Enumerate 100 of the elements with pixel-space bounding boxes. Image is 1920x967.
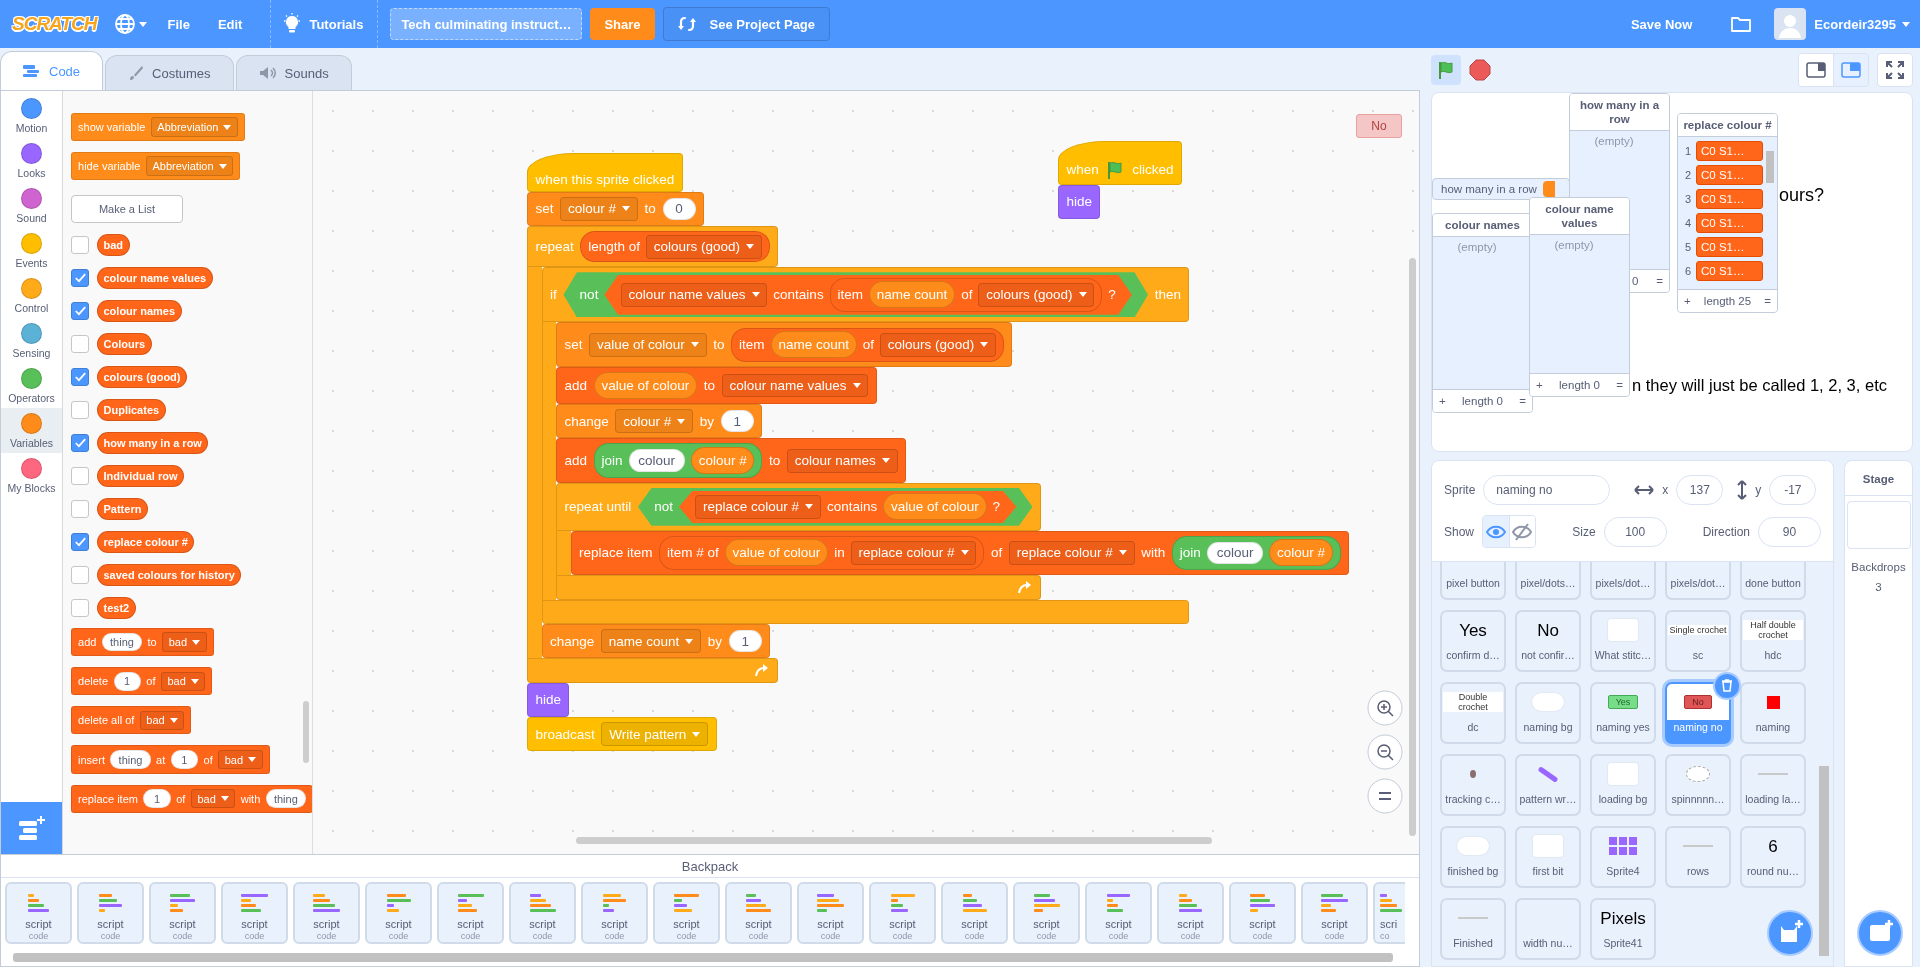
code-block[interactable]: add value of colour to colour name values (556, 366, 877, 404)
scrollbar-thumb[interactable] (1766, 151, 1774, 183)
sprite-tile[interactable]: No not confir… (1515, 610, 1581, 672)
checkbox[interactable] (71, 599, 89, 618)
backpack-item[interactable]: script code (1157, 882, 1224, 944)
sprite-tile[interactable]: pixel/dots… (1515, 562, 1581, 600)
code-block[interactable]: delete 1 of bad (71, 667, 213, 696)
stage-thumbnail[interactable] (1846, 501, 1911, 549)
boolean-block[interactable]: not colour name values contains item name count of colours (good) ? (563, 272, 1149, 318)
sprite-tile[interactable]: width nu… (1515, 898, 1581, 960)
list-monitor[interactable]: replace colour # 1 C0 S1… 2 C0 S1… 3 C0 S1… 4 C0 S1… 5 C0 S1… 6 C0 S1… + length 25 = (1677, 113, 1778, 313)
stage-size-button[interactable] (1799, 54, 1833, 86)
backpack-item[interactable]: script code (509, 882, 576, 944)
backpack-item[interactable]: scri co (1373, 882, 1405, 944)
code-block[interactable]: hide (1058, 184, 1101, 219)
size-field[interactable]: 100 (1603, 516, 1667, 547)
dropdown-field[interactable]: colours (good) (880, 332, 996, 357)
backpack-item[interactable]: script code (581, 882, 648, 944)
code-block[interactable]: if not colour name values contains item name count of colours (good) ? then (541, 267, 1190, 323)
checkbox[interactable] (71, 401, 89, 420)
sprite-tile[interactable]: Half double crochet hdc (1740, 610, 1806, 672)
number-field[interactable]: 1 (728, 629, 762, 653)
scrollbar-thumb[interactable] (576, 837, 1212, 844)
code-block[interactable]: replace item item # of value of colour in replace colour # of replace colour # with join colour colour # (570, 530, 1349, 576)
scrollbar-thumb[interactable] (303, 701, 309, 763)
backpack-item[interactable]: script code (1013, 882, 1080, 944)
sprite-tile[interactable]: Double crochet dc (1440, 682, 1506, 744)
boolean-block[interactable]: replace colour # contains value of colour ? (679, 490, 1017, 523)
dropdown-field[interactable]: bad (161, 671, 206, 692)
text-field[interactable]: thing (101, 633, 143, 652)
backpack-item[interactable]: script code (293, 882, 360, 944)
code-block[interactable]: repeat until not replace colour # contains value of colour ? (556, 482, 1041, 531)
sprite-tile[interactable]: pixel button (1440, 562, 1506, 600)
backpack-item[interactable]: script code (437, 882, 504, 944)
sprite-tile[interactable]: What stitc… (1590, 610, 1656, 672)
code-block[interactable]: add thing to bad (71, 628, 214, 657)
backpack-item[interactable]: script code (5, 882, 72, 944)
scrollbar-thumb[interactable] (1819, 766, 1829, 956)
start-button[interactable] (1431, 55, 1461, 85)
language-menu[interactable] (114, 13, 148, 35)
sprite-tile[interactable]: naming bg (1515, 682, 1581, 744)
code-block[interactable]: change name count by 1 (541, 623, 771, 659)
list-monitor[interactable]: colour names (empty) + length 0 = (1432, 213, 1533, 413)
code-block[interactable]: add join colour colour # to colour names (556, 438, 906, 483)
scrollbar-thumb[interactable] (1409, 258, 1416, 836)
add-item-button[interactable]: + (1536, 379, 1543, 391)
code-block[interactable]: repeat length of colours (good) (527, 226, 779, 268)
dropdown-field[interactable]: bad (162, 632, 207, 652)
dropdown-field[interactable]: bad (139, 710, 185, 731)
checkbox[interactable] (71, 434, 89, 453)
sprite-tile[interactable]: loading bg (1590, 754, 1656, 816)
dropdown-field[interactable]: bad (218, 749, 263, 770)
backpack-item[interactable]: script code (725, 882, 792, 944)
zoom-out-button[interactable] (1367, 734, 1403, 770)
sprite-tile[interactable]: Single crochet sc (1665, 610, 1731, 672)
dropdown-field[interactable]: colour name values (721, 373, 869, 398)
fullscreen-button[interactable] (1877, 53, 1913, 87)
delete-button[interactable] (1713, 672, 1741, 700)
number-field[interactable]: 0 (662, 197, 696, 220)
sprite-tile[interactable]: pattern wr… (1515, 754, 1581, 816)
zoom-reset-button[interactable] (1367, 778, 1403, 814)
dropdown-field[interactable]: replace colour # (850, 541, 977, 565)
category-item[interactable]: Operators (1, 363, 62, 408)
category-item[interactable]: Sound (1, 183, 62, 228)
checkbox[interactable] (71, 467, 89, 486)
sprite-tile[interactable]: Sprite4 (1590, 826, 1656, 888)
checkbox[interactable] (71, 269, 89, 288)
code-block[interactable]: insert thing at 1 of bad (71, 745, 270, 774)
backpack-item[interactable]: script code (1229, 882, 1296, 944)
add-item-button[interactable]: + (1439, 395, 1446, 407)
sprite-name-field[interactable]: naming no (1483, 475, 1611, 505)
reporter-block[interactable]: length of colours (good) (580, 231, 770, 263)
reporter-block[interactable]: join colour colour # (1172, 535, 1341, 571)
list-monitor[interactable]: colour name values (empty) + length 0 = (1529, 197, 1630, 397)
sprite-tile[interactable]: naming (1740, 682, 1806, 744)
sprite-tile[interactable]: Yes confirm d… (1440, 610, 1506, 672)
sprite-tile[interactable]: pixels/dot… (1590, 562, 1656, 600)
sprite-tile[interactable]: rows (1665, 826, 1731, 888)
backpack-item[interactable]: script code (1085, 882, 1152, 944)
resize-handle[interactable]: = (1519, 395, 1526, 407)
backpack-item[interactable]: script code (365, 882, 432, 944)
dropdown-field[interactable]: replace colour # (1008, 541, 1135, 565)
code-block[interactable]: change colour # by 1 (556, 404, 763, 439)
number-field[interactable]: 1 (170, 750, 199, 769)
scrollbar-thumb[interactable] (13, 953, 1393, 962)
add-sprite-button[interactable] (1767, 910, 1813, 956)
direction-field[interactable]: 90 (1758, 516, 1821, 547)
backpack-item[interactable]: script code (869, 882, 936, 944)
checkbox[interactable] (71, 500, 89, 519)
boolean-block[interactable]: colour name values contains item name count of colours (good) ? (604, 274, 1132, 315)
boolean-block[interactable]: not replace colour # contains value of colour ? (637, 487, 1033, 526)
category-item[interactable]: Events (1, 228, 62, 273)
variable-monitor[interactable]: how many in a row (1432, 178, 1570, 200)
number-field[interactable]: 1 (113, 672, 141, 691)
sprite-tile[interactable]: finished bg (1440, 826, 1506, 888)
editor-tab[interactable]: Costumes (105, 55, 234, 90)
text-field[interactable]: thing (265, 789, 306, 808)
dropdown-field[interactable]: colours (good) (646, 234, 762, 259)
reporter-block[interactable]: item # of value of colour in replace colour # (659, 535, 985, 571)
code-block[interactable]: delete all of bad (71, 706, 192, 735)
